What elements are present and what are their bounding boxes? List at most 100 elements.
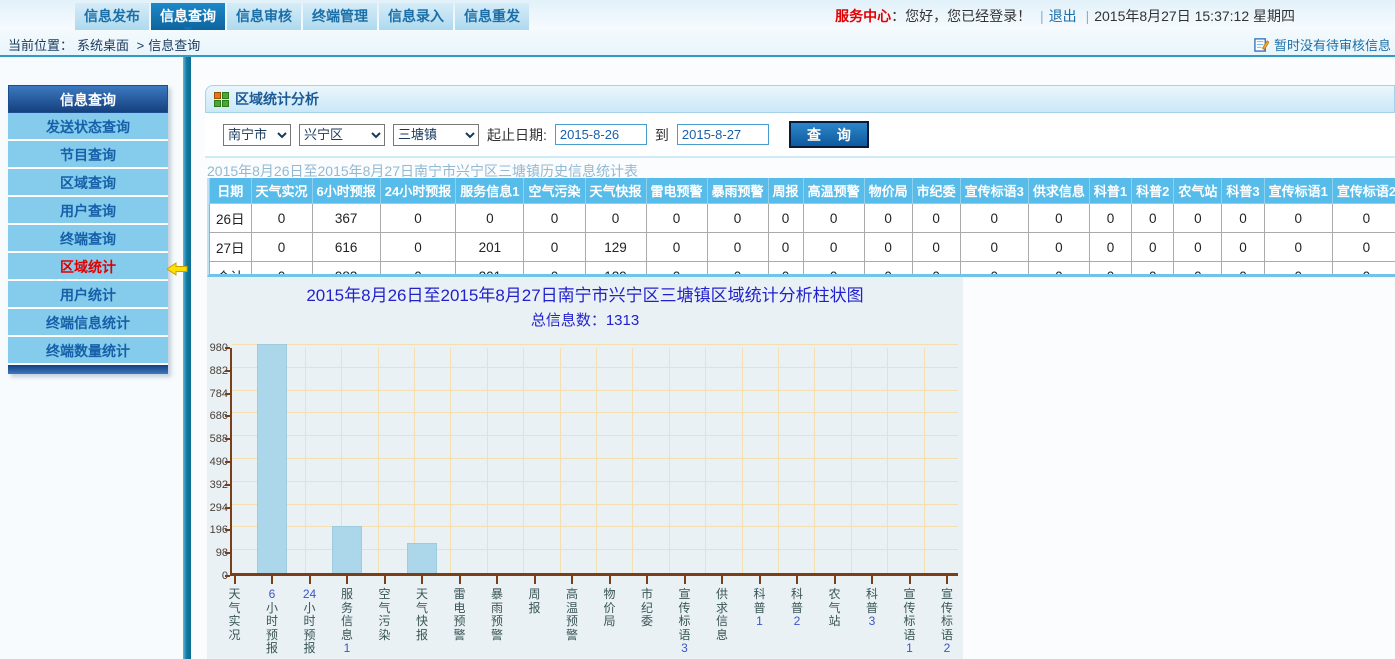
table-cell: 0 [1222,233,1264,262]
bar-6小时预报 [257,344,287,573]
column-header: 暴雨预警 [707,178,768,204]
collapse-arrow-icon[interactable] [167,262,188,276]
tab-1[interactable]: 信息查询 [151,3,225,30]
gridline [851,348,852,573]
breadcrumb-separator: > [137,38,145,53]
to-label: 到 [655,125,669,145]
x-axis-tick [309,576,311,584]
table-cell: 0 [1264,233,1332,262]
x-axis-label: 天气快报 [414,588,430,642]
breadcrumb-current: 信息查询 [148,38,200,53]
sidebar-footer [8,365,168,374]
table-cell: 0 [524,204,585,233]
column-header: 天气快报 [585,178,646,204]
panel-splitter[interactable] [183,57,191,659]
x-axis-tick [496,576,498,584]
sidebar-item-6[interactable]: 用户统计 [8,281,168,309]
table-cell: 129 [585,262,646,278]
start-date-input[interactable] [555,124,647,145]
sidebar-item-7[interactable]: 终端信息统计 [8,309,168,337]
gridline [887,348,888,573]
breadcrumb-label: 当前位置： [8,38,73,53]
separator: | [1040,8,1044,24]
breadcrumb-desktop-link[interactable]: 系统桌面 [77,38,129,53]
tab-3[interactable]: 终端管理 [303,3,377,30]
y-axis-tick [225,393,230,395]
sidebar-item-1[interactable]: 节目查询 [8,141,168,169]
y-axis-tick [225,415,230,417]
table-cell: 0 [803,233,864,262]
table-cell: 0 [864,233,912,262]
column-header: 供求信息 [1028,178,1089,204]
town-select[interactable]: 三塘镇 [393,124,479,146]
table-cell: 0 [803,204,864,233]
tab-4[interactable]: 信息录入 [379,3,453,30]
x-axis-tick [534,576,536,584]
user-info-bar: 服务中心：您好，您已经登录！ |退出 |2015年8月27日 15:37:12 … [835,6,1295,26]
table-cell: 0 [768,233,803,262]
logout-link[interactable]: 退出 [1049,8,1077,24]
pending-review-notice[interactable]: 暂时没有待审核信息 [1254,35,1391,54]
x-axis-label: 24小时预报 [302,588,318,656]
table-cell: 0 [251,233,312,262]
x-axis-label: 周报 [527,588,543,615]
column-header: 科普1 [1089,178,1131,204]
x-axis-label: 雷电预警 [452,588,468,642]
table-cell: 0 [768,262,803,278]
table-cell: 0 [1332,233,1395,262]
table-cell: 367 [312,204,380,233]
table-cell: 201 [456,233,524,262]
table-cell: 0 [251,262,312,278]
top-bar: 信息发布信息查询信息审核终端管理信息录入信息重发 服务中心：您好，您已经登录！ … [0,0,1395,30]
x-axis-tick [384,576,386,584]
tab-2[interactable]: 信息审核 [227,3,301,30]
table-cell: 0 [1332,204,1395,233]
table-cell: 0 [864,262,912,278]
table-cell: 0 [960,204,1028,233]
tab-0[interactable]: 信息发布 [75,3,149,30]
chart-subtitle: 总信息数：1313 [207,309,963,330]
table-cell: 0 [1222,262,1264,278]
column-header: 雷电预警 [646,178,707,204]
sidebar-item-2[interactable]: 区域查询 [8,169,168,197]
city-select[interactable]: 南宁市 [223,124,291,146]
date-range-label: 起止日期: [487,125,547,145]
end-date-input[interactable] [677,124,769,145]
x-axis-label: 服务信息1 [339,588,355,656]
table-cell: 0 [1089,204,1131,233]
main-nav: 信息发布信息查询信息审核终端管理信息录入信息重发 [75,3,529,30]
gridline [632,348,633,573]
sidebar-title: 信息查询 [8,85,168,113]
column-header: 宣传标语2 [1332,178,1395,204]
search-button[interactable]: 查 询 [789,121,869,148]
x-axis-label: 宣传标语3 [677,588,693,656]
table-cell: 0 [1028,204,1089,233]
x-axis-label: 暴雨预警 [489,588,505,642]
tab-5[interactable]: 信息重发 [455,3,529,30]
x-axis-tick [459,576,461,584]
x-axis-label: 物价局 [602,588,618,629]
table-cell: 0 [1222,204,1264,233]
x-axis-tick [684,576,686,584]
gridline [232,344,958,345]
table-cell: 0 [524,262,585,278]
sidebar-item-3[interactable]: 用户查询 [8,197,168,225]
gridline [560,348,561,573]
datetime-display: 2015年8月27日 15:37:12 星期四 [1094,8,1295,24]
gridline [742,348,743,573]
x-axis-tick [646,576,648,584]
x-axis-label: 宣传标语2 [939,588,955,656]
sidebar-item-4[interactable]: 终端查询 [8,225,168,253]
sidebar-item-5[interactable]: 区域统计 [8,253,168,281]
sidebar-item-0[interactable]: 发送状态查询 [8,113,168,141]
sidebar-items: 发送状态查询节目查询区域查询用户查询终端查询区域统计用户统计终端信息统计终端数量… [8,113,168,365]
sidebar-item-8[interactable]: 终端数量统计 [8,337,168,365]
x-axis-label: 宣传标语1 [902,588,918,656]
table-cell: 129 [585,233,646,262]
x-axis-tick [571,576,573,584]
y-axis-tick [225,552,230,554]
district-select[interactable]: 兴宁区 [299,124,385,146]
separator: | [1086,8,1090,24]
stats-grid-icon [214,92,229,107]
sidebar-menu: 信息查询 发送状态查询节目查询区域查询用户查询终端查询区域统计用户统计终端信息统… [8,85,168,374]
